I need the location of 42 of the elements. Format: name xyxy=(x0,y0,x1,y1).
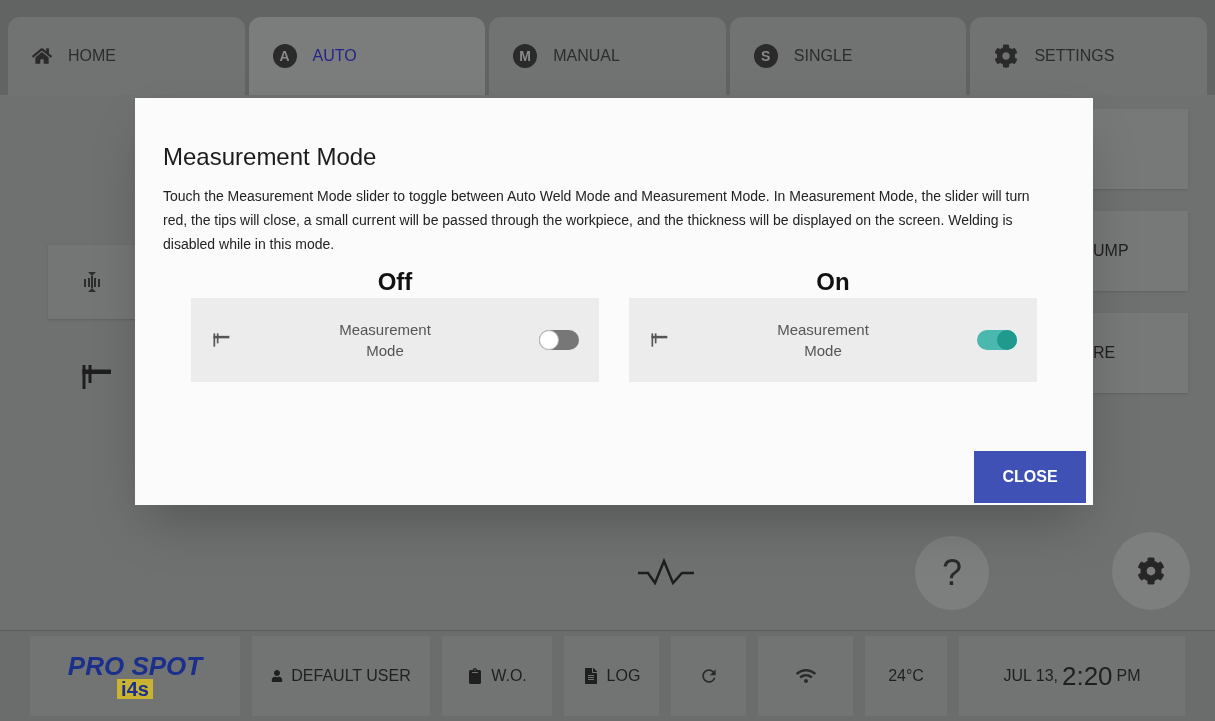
home-icon xyxy=(32,46,52,66)
wifi-button[interactable] xyxy=(758,636,853,716)
logo-subtext: i4s xyxy=(117,679,153,699)
toggle-switch[interactable] xyxy=(977,330,1017,350)
dialog-title: Measurement Mode xyxy=(163,142,378,172)
work-order-button[interactable]: W.O. xyxy=(442,636,552,716)
example-heading: On xyxy=(816,267,850,297)
wifi-icon xyxy=(795,666,816,686)
letter-badge: A xyxy=(272,44,297,68)
person-icon xyxy=(271,670,284,682)
temperature: 24°C xyxy=(865,636,947,716)
example-heading: Off xyxy=(377,267,413,297)
side-button[interactable] xyxy=(1093,109,1188,189)
setting-label: Measurement Mode xyxy=(338,320,432,361)
document-icon xyxy=(582,668,599,684)
help-button[interactable]: ? xyxy=(915,536,989,610)
close-button[interactable]: CLOSE xyxy=(974,451,1086,503)
letter-badge: S xyxy=(753,44,778,68)
letter-badge: M xyxy=(513,44,538,68)
refresh-button[interactable] xyxy=(671,636,746,716)
tab[interactable]: S SINGLE xyxy=(729,17,967,95)
tab[interactable]: HOME xyxy=(8,17,245,95)
meridiem: PM xyxy=(1116,666,1141,686)
date: JUL 13, xyxy=(1003,666,1058,686)
log-button[interactable]: LOG xyxy=(564,636,659,716)
side-button[interactable]: UMP xyxy=(1093,211,1188,291)
tab[interactable]: SETTINGS xyxy=(970,17,1207,95)
tab[interactable]: A AUTO xyxy=(248,17,486,95)
settings-icon xyxy=(994,44,1019,68)
time: 2:20 xyxy=(1061,659,1113,693)
thickness-button[interactable] xyxy=(48,245,136,319)
setting-label: Measurement Mode xyxy=(776,320,870,361)
caliper-icon xyxy=(649,330,669,350)
user-button[interactable]: DEFAULT USER xyxy=(252,636,430,716)
side-button[interactable]: RE xyxy=(1093,313,1188,393)
dialog-body: Touch the Measurement Mode slider to toggle between Auto Weld Mode and Measurement Mode. In Measurement Mode, the slider will turn red, the tips will close, a small current will be passed through the workpiece, and the thickness will be displayed on the screen. Welding is disabled while in this mode. xyxy=(163,187,1031,254)
caliper-icon xyxy=(211,330,231,350)
toggle-switch[interactable] xyxy=(539,330,579,350)
logo-text: PRO SPOT xyxy=(67,653,203,679)
settings-icon xyxy=(1137,557,1165,585)
clipboard-icon xyxy=(467,668,484,684)
tab[interactable]: M MANUAL xyxy=(489,17,726,95)
